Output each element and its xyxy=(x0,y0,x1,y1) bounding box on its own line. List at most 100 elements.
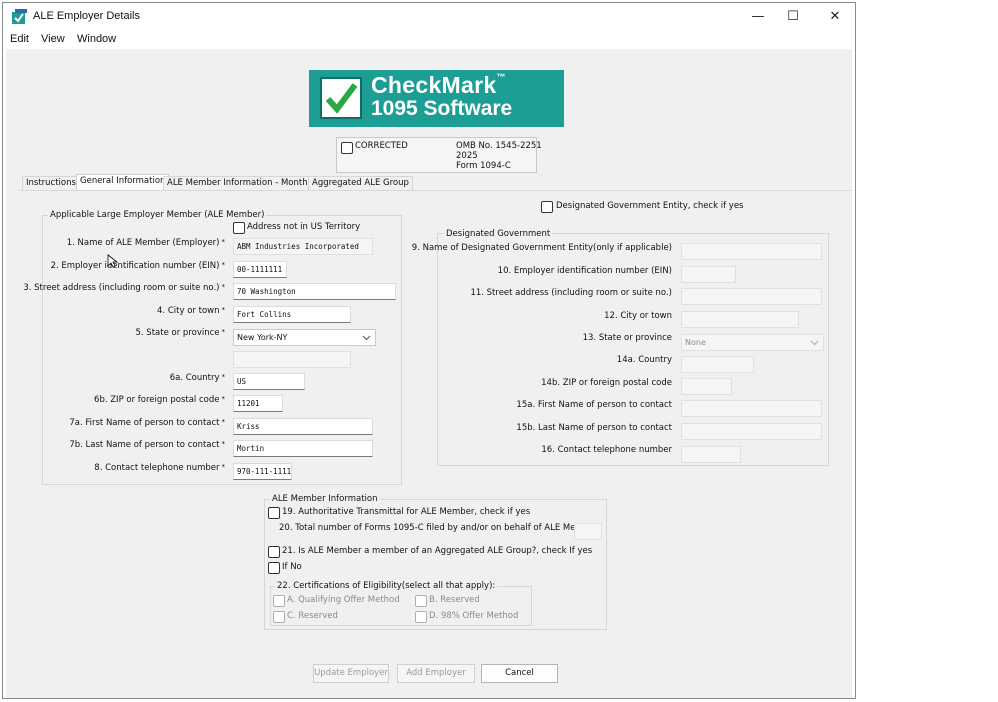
form-number: Form 1094-C xyxy=(456,161,511,171)
dge-city-input[interactable] xyxy=(681,311,799,328)
dge-checkbox[interactable] xyxy=(541,201,553,213)
cancel-button[interactable]: Cancel xyxy=(481,664,558,683)
dge-city-label: 12. City or town xyxy=(604,311,672,321)
corrected-checkbox[interactable] xyxy=(341,142,353,154)
cert-b-checkbox[interactable] xyxy=(415,595,427,607)
ale-country-label: 6a. Country * xyxy=(169,373,225,383)
title-bar: ALE Employer Details — ☐ ✕ xyxy=(3,3,855,31)
dge-zip-label: 14b. ZIP or foreign postal code xyxy=(541,378,672,388)
ale-city-input[interactable]: Fort Collins xyxy=(233,306,351,323)
tab-divider xyxy=(18,190,852,191)
cert-b-label: B. Reserved xyxy=(429,595,480,605)
dge-state-select[interactable]: None xyxy=(681,334,824,351)
chevron-down-icon xyxy=(810,340,819,346)
dge-name-label: 9. Name of Designated Government Entity(… xyxy=(411,243,672,253)
dge-last-name-label: 15b. Last Name of person to contact xyxy=(516,423,672,433)
menu-edit[interactable]: Edit xyxy=(10,33,29,45)
tab-aggregated-ale-group[interactable]: Aggregated ALE Group xyxy=(308,176,413,190)
total-forms-input[interactable] xyxy=(574,523,602,540)
close-button[interactable]: ✕ xyxy=(820,7,850,27)
dge-state-label: 13. State or province xyxy=(582,333,672,343)
ale-street-input[interactable]: 70 Washington xyxy=(233,283,396,300)
cert-c-label: C. Reserved xyxy=(287,611,338,621)
certifications-title: 22. Certifications of Eligibility(select… xyxy=(275,581,498,591)
ale-state-select[interactable]: New York-NY xyxy=(233,329,376,346)
checkmark-logo: CheckMark™ 1095 Software xyxy=(309,70,564,127)
ale-member-group-title: Applicable Large Employer Member (ALE Me… xyxy=(48,210,267,220)
dge-zip-input[interactable] xyxy=(681,378,732,395)
chevron-down-icon xyxy=(362,335,371,341)
dge-street-label: 11. Street address (including room or su… xyxy=(470,288,672,298)
cert-d-label: D. 98% Offer Method xyxy=(429,611,519,621)
logo-line2: 1095 Software xyxy=(371,97,513,120)
form-id-box: CORRECTED OMB No. 1545-2251 2025 Form 10… xyxy=(336,137,542,173)
dge-phone-label: 16. Contact telephone number xyxy=(541,445,672,455)
mouse-cursor-icon xyxy=(107,254,119,268)
cert-a-label: A. Qualifying Offer Method xyxy=(287,595,400,605)
dge-state-value: None xyxy=(685,338,706,347)
menu-view[interactable]: View xyxy=(41,33,65,45)
menu-bar: Edit View Window xyxy=(3,31,855,49)
logo-line1: CheckMark™ xyxy=(371,72,506,98)
authoritative-transmittal-checkbox[interactable] xyxy=(268,507,280,519)
dge-phone-input[interactable] xyxy=(681,446,741,463)
ale-zip-input[interactable]: 11201 xyxy=(233,395,283,412)
ale-zip-label: 6b. ZIP or foreign postal code * xyxy=(94,395,225,405)
if-no-checkbox[interactable] xyxy=(268,562,280,574)
dge-country-label: 14a. Country xyxy=(616,355,672,365)
dge-last-name-input[interactable] xyxy=(681,423,822,440)
dge-street-input[interactable] xyxy=(681,288,822,305)
ale-province-input[interactable] xyxy=(233,351,351,368)
ale-state-label: 5. State or province * xyxy=(135,328,226,338)
ale-country-input[interactable]: US xyxy=(233,373,305,390)
add-employer-button[interactable]: Add Employer xyxy=(397,664,475,683)
ale-city-label: 4. City or town * xyxy=(157,306,225,316)
ale-ein-input[interactable]: 00-1111111 xyxy=(233,261,287,278)
authoritative-transmittal-label: 19. Authoritative Transmittal for ALE Me… xyxy=(282,507,531,517)
aggregated-group-label: 21. Is ALE Member a member of an Aggrega… xyxy=(282,546,593,556)
address-not-us-checkbox[interactable] xyxy=(233,222,245,234)
cert-a-checkbox[interactable] xyxy=(273,595,285,607)
cert-d-checkbox[interactable] xyxy=(415,611,427,623)
dge-first-name-input[interactable] xyxy=(681,400,822,417)
window-title: ALE Employer Details xyxy=(33,10,140,22)
ale-ein-label: 2. Employer identification number (EIN) * xyxy=(50,261,225,271)
ale-first-name-label: 7a. First Name of person to contact * xyxy=(69,418,225,428)
app-icon xyxy=(12,9,27,24)
app-window: ALE Employer Details — ☐ ✕ Edit View Win… xyxy=(2,2,856,699)
designated-government-title: Designated Government xyxy=(444,229,553,239)
ale-street-label: 3. Street address (including room or sui… xyxy=(23,283,225,293)
tax-year: 2025 xyxy=(456,151,478,161)
aggregated-group-checkbox[interactable] xyxy=(268,546,280,558)
if-no-label: If No xyxy=(282,562,302,572)
dialog-body: CheckMark™ 1095 Software CORRECTED OMB N… xyxy=(6,49,852,698)
update-employer-button[interactable]: Update Employer xyxy=(313,664,389,683)
ale-phone-input[interactable]: 970-111-1111 xyxy=(233,463,292,480)
ale-first-name-input[interactable]: Kriss xyxy=(233,418,373,435)
tab-general-information[interactable]: General Information xyxy=(76,174,170,190)
logo-check-icon xyxy=(320,77,362,119)
dge-checkbox-label: Designated Government Entity, check if y… xyxy=(556,201,744,211)
menu-window[interactable]: Window xyxy=(77,33,116,45)
ale-member-info-title: ALE Member Information xyxy=(270,494,380,504)
omb-number: OMB No. 1545-2251 xyxy=(456,141,542,151)
ale-name-label: 1. Name of ALE Member (Employer) * xyxy=(66,238,225,248)
dge-first-name-label: 15a. First Name of person to contact xyxy=(516,400,672,410)
cert-c-checkbox[interactable] xyxy=(273,611,285,623)
ale-last-name-label: 7b. Last Name of person to contact * xyxy=(69,440,225,450)
ale-last-name-input[interactable]: Mortin xyxy=(233,440,373,457)
tab-ale-member-monthly[interactable]: ALE Member Information - Monthly xyxy=(163,176,319,190)
dge-country-input[interactable] xyxy=(681,356,754,373)
dge-ein-input[interactable] xyxy=(681,266,736,283)
ale-state-value: New York-NY xyxy=(237,333,288,342)
ale-phone-label: 8. Contact telephone number * xyxy=(94,463,225,473)
address-not-us-label: Address not in US Territory xyxy=(247,222,361,232)
dge-name-input[interactable] xyxy=(681,243,822,260)
tab-instructions[interactable]: Instructions xyxy=(22,176,80,190)
corrected-label: CORRECTED xyxy=(355,141,408,151)
minimize-button[interactable]: — xyxy=(743,7,773,27)
total-forms-label: 20. Total number of Forms 1095-C filed b… xyxy=(279,523,598,533)
dge-ein-label: 10. Employer identification number (EIN) xyxy=(497,266,672,276)
maximize-button[interactable]: ☐ xyxy=(778,7,808,27)
ale-name-input[interactable]: ABM Industries Incorporated xyxy=(233,238,373,255)
